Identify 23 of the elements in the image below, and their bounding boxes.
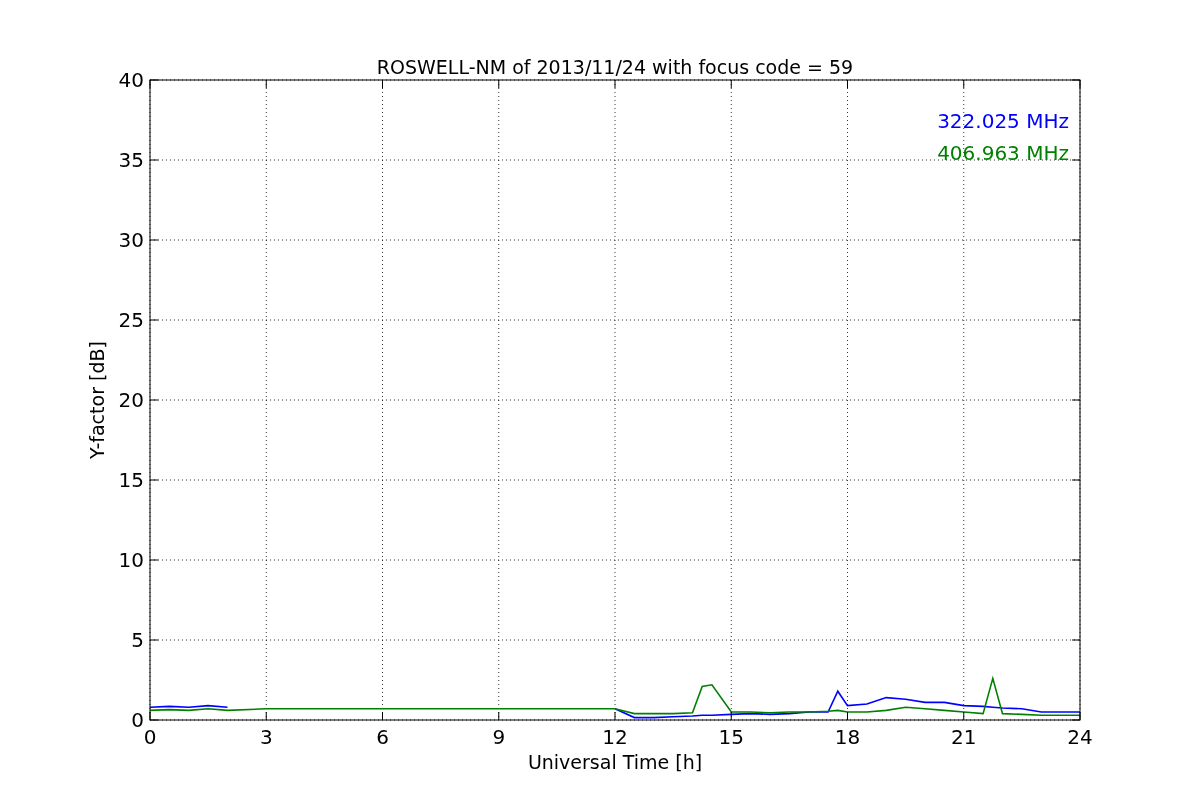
tick-label: 12 xyxy=(602,725,628,749)
tick-label: 24 xyxy=(1067,725,1093,749)
tick-label: 6 xyxy=(376,725,389,749)
y-axis-label: Y-factor [dB] xyxy=(86,341,108,459)
tick-label: 3 xyxy=(259,725,273,749)
tick-label: 9 xyxy=(492,725,506,749)
tick-label: 35 xyxy=(118,148,144,172)
tick-label: 20 xyxy=(118,388,144,412)
tick-label: 40 xyxy=(118,68,144,92)
tick-label: 18 xyxy=(834,725,861,749)
tick-label: 21 xyxy=(951,725,977,749)
tick-label: 5 xyxy=(131,628,144,652)
tick-label: 25 xyxy=(118,308,144,332)
tick-label: 15 xyxy=(118,468,144,492)
tick-label: 10 xyxy=(118,548,144,572)
x-axis-label: Universal Time [h] xyxy=(527,751,703,773)
legend-label: 406.963 MHz xyxy=(937,141,1069,165)
tick-label: 0 xyxy=(131,708,144,732)
tick-label: 15 xyxy=(718,725,744,749)
legend-label: 322.025 MHz xyxy=(937,109,1069,133)
tick-label: 30 xyxy=(118,228,144,252)
tick-label: 0 xyxy=(143,725,157,749)
chart-title: ROSWELL-NM of 2013/11/24 with focus code = 59 xyxy=(376,56,854,78)
